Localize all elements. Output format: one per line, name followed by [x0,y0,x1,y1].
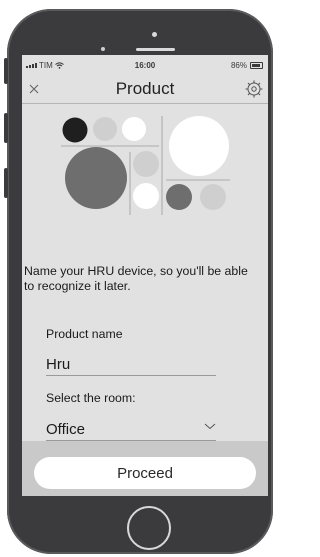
home-button[interactable] [127,506,171,550]
page-title: Product [115,79,175,98]
product-name-label: Product name [46,327,123,341]
circle-light-top-1 [93,117,117,141]
device-illustration [61,116,230,215]
earpiece-speaker [136,48,175,51]
status-right: 86% [231,61,263,70]
circle-light-mid [133,151,159,177]
circle-white-bottom-left [133,183,159,209]
bottom-bar: Proceed [22,441,268,496]
circle-light-small [200,184,226,210]
status-bar: TIM 16:00 86% [22,55,268,76]
proceed-button[interactable]: Proceed [34,457,256,489]
battery-percent: 86% [230,61,247,70]
app-screen: TIM 16:00 86% Product Name your HRU devi… [22,55,268,496]
mute-switch [4,58,8,84]
battery-icon [250,62,263,69]
chevron-down-icon [204,423,216,430]
circle-white-large [169,116,229,176]
gear-icon [245,80,263,98]
circle-black [62,117,88,143]
volume-down-button [4,168,8,198]
proximity-sensor [101,47,105,51]
front-camera [152,32,157,37]
room-value: Office [46,421,85,438]
circle-dark-small [166,184,192,210]
room-label: Select the room: [46,391,136,405]
settings-button[interactable] [244,79,264,99]
room-select[interactable]: Office [46,421,216,441]
intro-text: Name your HRU device, so you'll be able … [24,264,248,293]
circle-white-top [122,117,146,141]
nav-bar: Product [22,76,268,104]
volume-up-button [4,113,8,143]
product-name-field[interactable]: Hru [46,356,216,376]
circle-dark-large [65,147,127,209]
